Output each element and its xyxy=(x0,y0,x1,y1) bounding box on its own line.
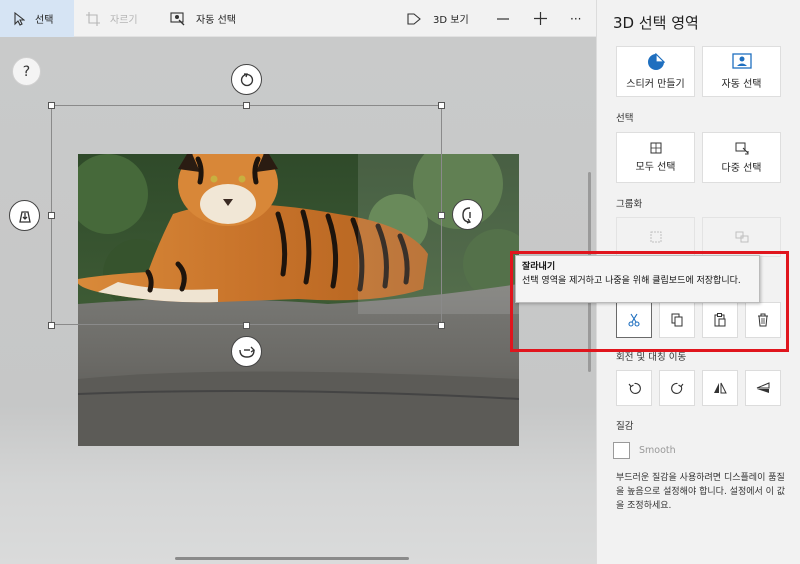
flip-horizontal-icon xyxy=(714,382,727,394)
smooth-checkbox[interactable] xyxy=(613,442,630,459)
flip-horizontal-button[interactable] xyxy=(702,370,738,406)
texture-description: 부드러운 질감을 사용하려면 디스플레이 품질을 높음으로 설정해야 합니다. … xyxy=(616,473,786,511)
select-all-icon xyxy=(650,142,661,154)
rotate-z-handle[interactable] xyxy=(231,64,262,95)
make-sticker-button[interactable]: 스티커 만들기 xyxy=(616,46,695,97)
rotate-left-button[interactable] xyxy=(616,370,652,406)
select-all-label: 모두 선택 xyxy=(635,162,676,173)
zoom-in-button[interactable] xyxy=(533,0,547,37)
view-3d-icon xyxy=(407,12,421,25)
smooth-label: Smooth xyxy=(639,445,676,456)
view-3d-label: 3D 보기 xyxy=(433,15,469,26)
make-sticker-label: 스티커 만들기 xyxy=(626,79,685,90)
crop-tool-button[interactable]: 자르기 xyxy=(86,0,138,37)
resize-handle-br[interactable] xyxy=(438,322,445,329)
flip-vertical-icon xyxy=(756,382,770,393)
rotate-right-button[interactable] xyxy=(659,370,695,406)
section-group-title: 그룹화 xyxy=(616,199,643,210)
auto-select-button[interactable]: 자동 선택 xyxy=(702,46,781,97)
magic-select-panel-icon xyxy=(731,53,752,69)
select-tool-label: 선택 xyxy=(35,15,54,26)
magic-select-icon xyxy=(170,11,185,25)
sticker-icon xyxy=(647,53,665,70)
depth-icon xyxy=(18,210,31,223)
section-texture-title: 질감 xyxy=(616,421,634,432)
zoom-out-button[interactable] xyxy=(496,0,510,37)
push-depth-handle[interactable] xyxy=(9,200,40,231)
resize-handle-bm[interactable] xyxy=(243,322,250,329)
cursor-icon xyxy=(14,11,25,26)
view-3d-button[interactable]: 3D 보기 xyxy=(407,0,469,37)
horizontal-scrollbar[interactable] xyxy=(175,557,409,560)
annotation-highlight-box xyxy=(510,251,789,352)
crop-icon xyxy=(86,11,100,26)
crop-tool-label: 자르기 xyxy=(110,15,138,26)
flip-vertical-button[interactable] xyxy=(745,370,781,406)
minus-icon xyxy=(497,17,509,20)
resize-handle-mr[interactable] xyxy=(438,212,445,219)
rotate-y-icon xyxy=(461,206,471,224)
ungroup-icon xyxy=(735,231,748,243)
section-select-title: 선택 xyxy=(616,113,634,124)
rotate-left-icon xyxy=(628,382,641,394)
panel-title: 3D 선택 영역 xyxy=(613,14,699,32)
magic-select-tool-button[interactable]: 자동 선택 xyxy=(170,0,236,37)
magic-select-tool-label: 자동 선택 xyxy=(196,15,236,26)
group-icon xyxy=(650,231,661,243)
rotate-right-icon xyxy=(670,382,683,394)
multi-select-button[interactable]: 다중 선택 xyxy=(702,132,781,183)
multi-select-label: 다중 선택 xyxy=(721,162,762,174)
resize-handle-tm[interactable] xyxy=(243,102,250,109)
select-tool-button[interactable]: 선택 xyxy=(0,0,74,37)
rotate-x-icon xyxy=(238,346,255,358)
rotate-x-handle[interactable] xyxy=(231,336,262,367)
plus-icon xyxy=(533,12,547,25)
more-options-button[interactable]: ··· xyxy=(570,0,581,37)
resize-handle-tr[interactable] xyxy=(438,102,445,109)
select-all-button[interactable]: 모두 선택 xyxy=(616,132,695,183)
auto-select-label: 자동 선택 xyxy=(721,79,762,90)
help-button[interactable]: ? xyxy=(12,57,41,86)
selection-box[interactable] xyxy=(48,102,445,329)
rotate-y-handle[interactable] xyxy=(452,199,483,230)
resize-handle-bl[interactable] xyxy=(48,322,55,329)
rotate-z-icon xyxy=(240,72,253,86)
more-icon: ··· xyxy=(570,11,582,26)
multi-select-icon xyxy=(735,142,748,154)
help-icon: ? xyxy=(22,63,31,80)
resize-handle-ml[interactable] xyxy=(48,212,55,219)
toolbar: 선택 자르기 자동 선택 3D 보기 ··· xyxy=(0,0,596,37)
resize-handle-tl[interactable] xyxy=(48,102,55,109)
